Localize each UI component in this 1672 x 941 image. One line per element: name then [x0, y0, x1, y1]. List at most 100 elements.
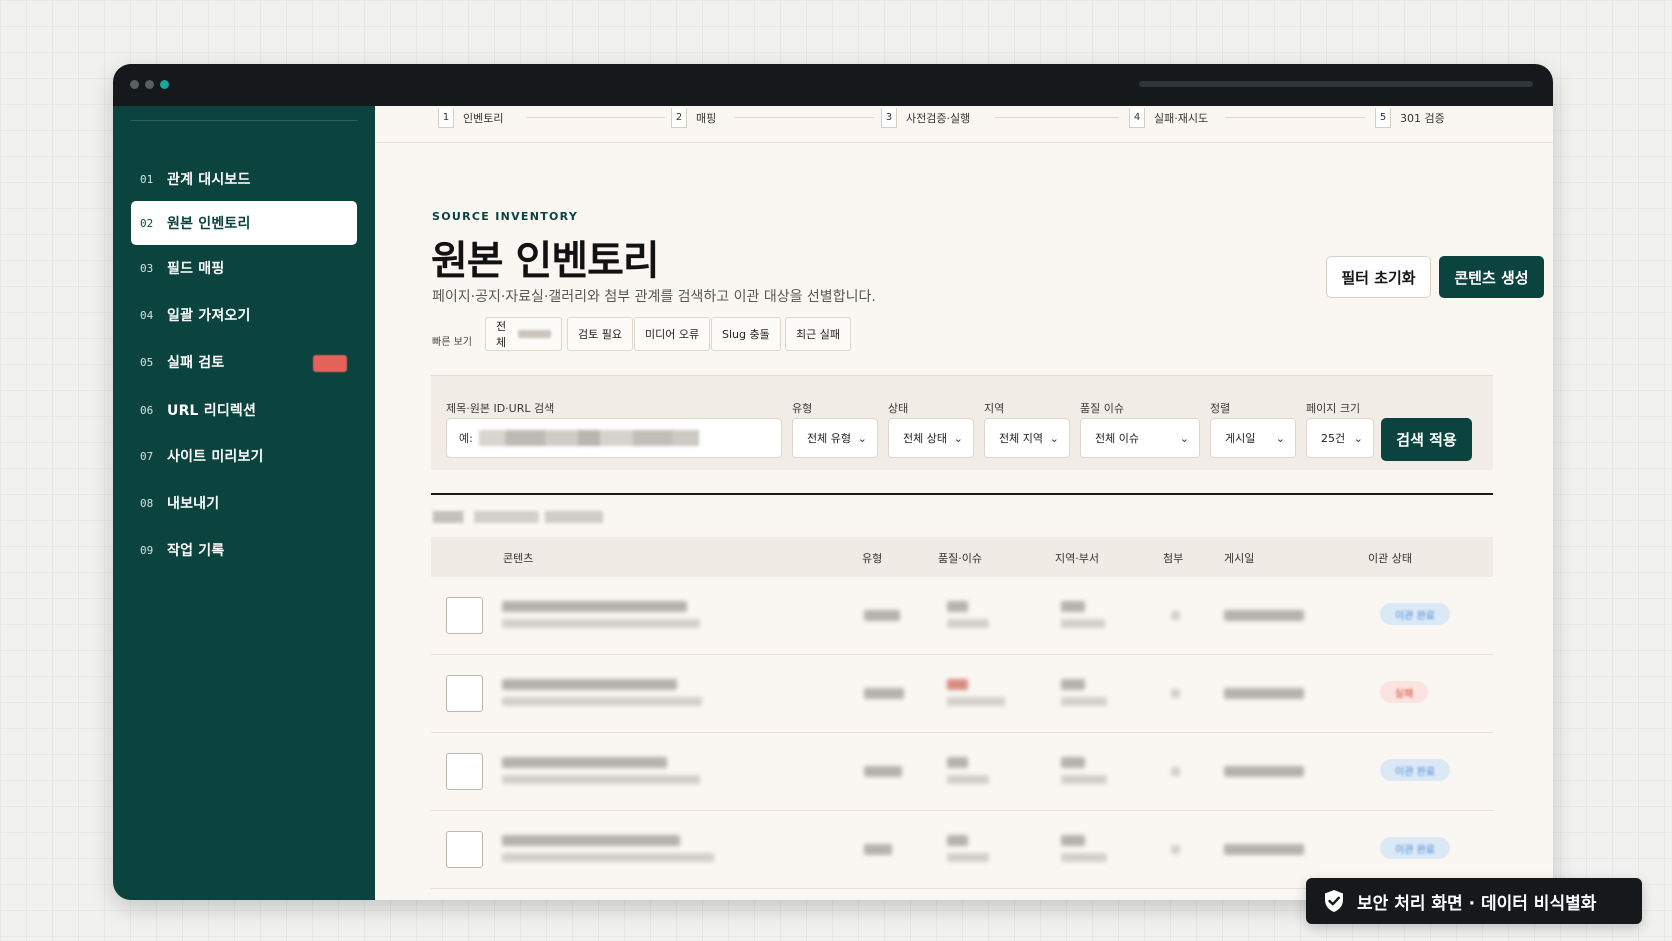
sidebar-item-failure-review[interactable]: 05 실패 검토: [131, 340, 357, 384]
status-badge: 이관 완료: [1380, 759, 1450, 781]
step-failure-retry[interactable]: 4 실패·재시도: [1129, 108, 1208, 128]
status-select[interactable]: 전체 상태 ⌄: [888, 418, 974, 458]
row-checkbox[interactable]: [446, 753, 483, 790]
sidebar: 01 관계 대시보드 02 원본 인벤토리 03 필드 매핑 04 일괄 가져오…: [113, 106, 375, 900]
sidebar-item-export[interactable]: 08 내보내기: [131, 481, 357, 525]
search-placeholder-redacted: [478, 430, 699, 446]
table-row[interactable]: 이관 완료: [431, 577, 1493, 655]
quick-view-chip-all[interactable]: 전체: [485, 317, 562, 351]
page-description: 페이지·공지·자료실·갤러리와 첨부 관계를 검색하고 이관 대상을 선별합니다…: [432, 289, 876, 305]
row-title-redacted: [502, 601, 687, 612]
step-mapping[interactable]: 2 매핑: [671, 108, 716, 128]
table-row[interactable]: 실패: [431, 655, 1493, 733]
sidebar-item-label: 사이트 미리보기: [167, 449, 264, 465]
row-type-redacted: [864, 688, 904, 699]
window-dot-icon: [130, 80, 139, 89]
apply-search-button[interactable]: 검색 적용: [1381, 418, 1472, 461]
issue-select[interactable]: 전체 이슈 ⌄: [1080, 418, 1200, 458]
page-size-label: 페이지 크기: [1306, 402, 1361, 415]
issue-filter-label: 품질 이슈: [1080, 402, 1124, 415]
sort-label: 정렬: [1210, 402, 1231, 415]
status-badge: 이관 완료: [1380, 603, 1450, 625]
row-issue-redacted: [947, 697, 1005, 706]
table-row[interactable]: 이관 완료: [431, 733, 1493, 811]
quick-view-chip-recent-failure[interactable]: 최근 실패: [785, 317, 851, 351]
security-notice-text: 보안 처리 화면 · 데이터 비식별화: [1357, 893, 1597, 914]
step-inventory[interactable]: 1 인벤토리: [438, 108, 503, 128]
reset-filters-button[interactable]: 필터 초기화: [1326, 256, 1431, 298]
row-subtitle-redacted: [502, 775, 700, 784]
column-header-date[interactable]: 게시일: [1224, 550, 1254, 566]
sidebar-item-label: 필드 매핑: [167, 261, 225, 277]
row-region-redacted: [1061, 601, 1085, 612]
step-number: 5: [1375, 108, 1391, 128]
column-header-attachments[interactable]: 첨부: [1163, 550, 1183, 566]
search-input[interactable]: 예:: [446, 418, 782, 458]
result-summary-redacted: [433, 511, 603, 523]
page-size-value: 25건: [1321, 432, 1346, 445]
step-number: 2: [671, 108, 687, 128]
page-eyebrow: SOURCE INVENTORY: [432, 210, 579, 223]
row-department-redacted: [1061, 853, 1107, 862]
sidebar-item-dashboard[interactable]: 01 관계 대시보드: [131, 157, 357, 201]
sidebar-item-job-log[interactable]: 09 작업 기록: [131, 528, 357, 572]
sidebar-divider: [130, 120, 358, 121]
sidebar-item-source-inventory[interactable]: 02 원본 인벤토리: [131, 201, 357, 245]
step-label: 인벤토리: [463, 112, 504, 125]
sidebar-item-site-preview[interactable]: 07 사이트 미리보기: [131, 434, 357, 478]
page-size-select[interactable]: 25건 ⌄: [1306, 418, 1374, 458]
failure-count-badge: [313, 355, 347, 372]
window-dot-icon: [160, 80, 169, 89]
step-connector: [527, 117, 665, 118]
row-attachments-redacted: [1171, 767, 1180, 776]
step-label: 사전검증·실행: [906, 112, 971, 125]
type-filter-label: 유형: [792, 402, 813, 415]
column-header-quality[interactable]: 품질·이슈: [938, 550, 982, 566]
type-select[interactable]: 전체 유형 ⌄: [792, 418, 878, 458]
step-label: 실패·재시도: [1154, 112, 1209, 125]
sidebar-item-number: 07: [140, 449, 154, 463]
row-department-redacted: [1061, 619, 1105, 628]
sidebar-item-number: 05: [140, 355, 154, 369]
sidebar-item-number: 04: [140, 308, 154, 322]
address-bar: [1139, 81, 1533, 87]
type-select-value: 전체 유형: [807, 432, 851, 445]
row-attachments-redacted: [1171, 611, 1180, 620]
step-precheck-run[interactable]: 3 사전검증·실행: [881, 108, 970, 128]
page-title: 원본 인벤토리: [431, 238, 660, 284]
row-checkbox[interactable]: [446, 675, 483, 712]
quick-view-chip-review[interactable]: 검토 필요: [567, 317, 633, 351]
column-header-type[interactable]: 유형: [862, 550, 882, 566]
section-divider: [431, 493, 1493, 495]
sidebar-item-field-mapping[interactable]: 03 필드 매핑: [131, 246, 357, 290]
row-checkbox[interactable]: [446, 831, 483, 868]
row-subtitle-redacted: [502, 853, 714, 862]
sort-select[interactable]: 게시일 ⌄: [1210, 418, 1296, 458]
sidebar-item-number: 02: [140, 216, 154, 230]
column-header-status[interactable]: 이관 상태: [1368, 550, 1412, 566]
step-number: 3: [881, 108, 897, 128]
sidebar-item-number: 06: [140, 403, 154, 417]
window-titlebar: [113, 64, 1553, 106]
column-header-region[interactable]: 지역·부서: [1055, 550, 1099, 566]
chip-count-redacted: [518, 330, 551, 338]
filter-bar: 제목·원본 ID·URL 검색 예: 유형 전체 유형 ⌄ 상태 전체 상태 ⌄ 지…: [431, 375, 1493, 470]
row-title-redacted: [502, 835, 680, 846]
region-select[interactable]: 전체 지역 ⌄: [984, 418, 1070, 458]
row-checkbox[interactable]: [446, 597, 483, 634]
quick-view-chip-media-error[interactable]: 미디어 오류: [634, 317, 711, 351]
sidebar-item-bulk-import[interactable]: 04 일괄 가져오기: [131, 293, 357, 337]
quick-view-chip-slug-conflict[interactable]: Slug 충돌: [711, 317, 781, 351]
sidebar-item-url-redirect[interactable]: 06 URL 리디렉션: [131, 388, 357, 432]
row-attachments-redacted: [1171, 689, 1180, 698]
main-content: 1 인벤토리 2 매핑 3 사전검증·실행 4 실패·재시도 5 301 검증: [375, 106, 1553, 900]
create-content-button[interactable]: 콘텐츠 생성: [1439, 256, 1544, 298]
table-header: 콘텐츠 유형 품질·이슈 지역·부서 첨부 게시일 이관 상태: [431, 537, 1493, 577]
row-subtitle-redacted: [502, 697, 702, 706]
security-notice-banner: 보안 처리 화면 · 데이터 비식별화: [1306, 878, 1642, 924]
step-301-verify[interactable]: 5 301 검증: [1375, 108, 1445, 128]
column-header-content[interactable]: 콘텐츠: [503, 550, 533, 566]
row-issue-redacted: [947, 853, 989, 862]
row-region-redacted: [1061, 679, 1085, 690]
step-label: 301 검증: [1400, 112, 1445, 125]
